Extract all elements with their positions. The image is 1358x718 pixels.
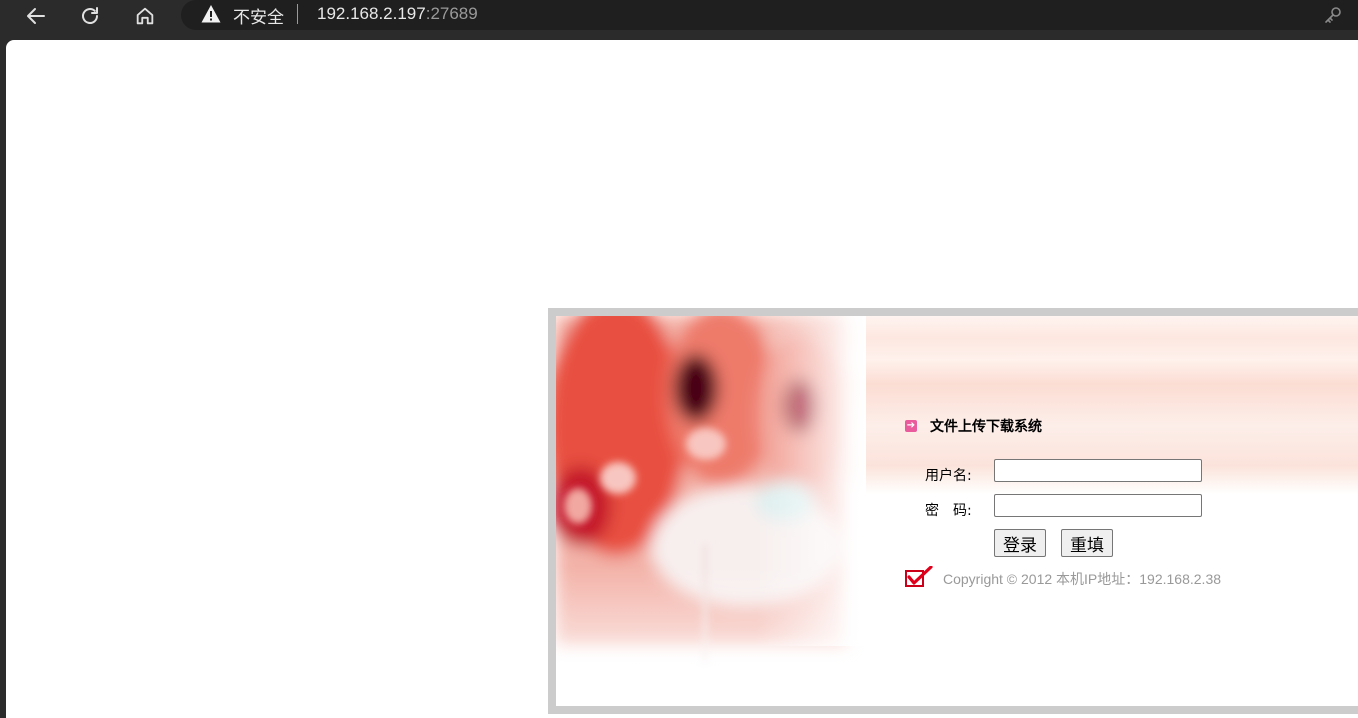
copyright-text: Copyright © 2012 本机IP地址：192.168.2.38 (943, 571, 1222, 587)
right-arrow-icon: ➔ (905, 420, 917, 432)
address-bar[interactable]: 不安全 192.168.2.197:27689 (181, 0, 1358, 30)
username-input[interactable] (994, 459, 1202, 482)
page-viewport: ➔ 文件上传下载系统 用户名: 密 码: 登录 重填 Copyright © 2… (6, 40, 1358, 718)
password-label: 密 码: (925, 503, 972, 519)
reset-button[interactable]: 重填 (1061, 529, 1113, 557)
home-icon (136, 7, 154, 25)
back-button[interactable] (22, 2, 50, 30)
reload-icon (82, 7, 98, 24)
security-label[interactable]: 不安全 (233, 3, 284, 28)
system-title-row: ➔ 文件上传下载系统 (905, 416, 1042, 436)
warning-icon (201, 5, 221, 23)
login-panel: ➔ 文件上传下载系统 用户名: 密 码: 登录 重填 Copyright © 2… (548, 308, 1358, 714)
back-arrow-icon (27, 8, 45, 24)
reload-button[interactable] (76, 2, 104, 30)
login-button[interactable]: 登录 (994, 529, 1046, 557)
home-button[interactable] (131, 2, 159, 30)
checkmark-icon (905, 566, 933, 587)
username-label: 用户名: (925, 468, 972, 484)
system-title: 文件上传下载系统 (930, 419, 1042, 435)
url-port: :27689 (425, 4, 478, 23)
url-host: 192.168.2.197 (317, 4, 426, 23)
address-divider (297, 4, 298, 24)
url-text[interactable]: 192.168.2.197:27689 (317, 4, 478, 24)
key-icon[interactable] (1323, 5, 1343, 25)
password-input[interactable] (994, 494, 1202, 517)
browser-toolbar: 不安全 192.168.2.197:27689 (0, 0, 1358, 40)
